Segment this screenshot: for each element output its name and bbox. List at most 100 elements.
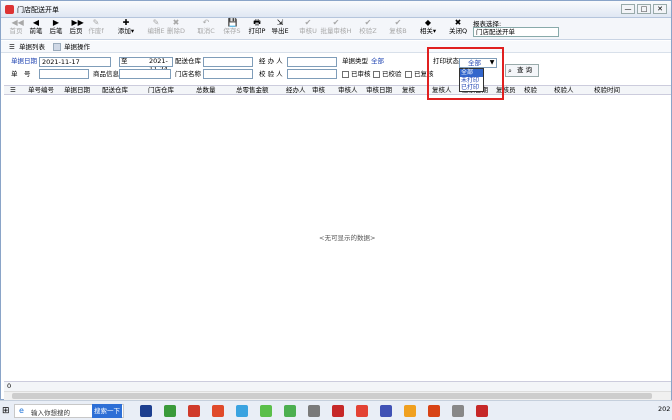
report-select[interactable]: 门店配送开单 [473, 27, 559, 37]
toolbar-icon-1: ◀ [32, 18, 40, 27]
toolbar-button-10[interactable]: 🖶 打印P [246, 19, 268, 39]
taskbar-app-icon-12[interactable] [428, 405, 440, 417]
taskbar-search-button[interactable]: 搜索一下 [92, 404, 122, 418]
taskbar-app-icon-6[interactable] [284, 405, 296, 417]
toolbar-icon-15: ✔ [394, 18, 402, 27]
toolbar-label-3: 后页 [69, 27, 83, 35]
column-header-2[interactable]: 配送仓库 [102, 86, 128, 95]
grid-footer-count: 0 [4, 381, 671, 391]
grid-menu-icon[interactable]: ☰ [10, 86, 16, 95]
toolbar-button-15[interactable]: ✔ 复核B [387, 19, 409, 39]
toolbar-button-9[interactable]: 💾 保存S [221, 19, 243, 39]
minimize-button[interactable]: — [621, 4, 635, 14]
toolbar-button-11[interactable]: ⇲ 导出E [269, 19, 291, 39]
date-to-box[interactable] [119, 57, 173, 67]
column-header-1[interactable]: 单据日期 [64, 86, 90, 95]
column-header-14[interactable]: 校验 [524, 86, 537, 95]
maximize-button[interactable]: □ [637, 4, 651, 14]
column-header-0[interactable]: 单号编号 [28, 86, 54, 95]
handler-input[interactable] [287, 57, 337, 67]
filter-panel: 单据日期 2021-11-17 至 2021-11-24 配送仓库 经 办 人 … [1, 54, 671, 84]
toolbar-icon-12: ✔ [304, 18, 312, 27]
toolbar-button-0[interactable]: ◀◀ 首页 [5, 19, 27, 39]
taskbar-app-icon-2[interactable] [188, 405, 200, 417]
goods-input[interactable] [119, 69, 171, 79]
taskbar: ⊞ e 输入你想搜的 搜索一下 202 [0, 400, 672, 420]
taskbar-search-input[interactable]: 输入你想搜的 [31, 407, 70, 417]
toolbar-icon-0: ◀◀ [11, 18, 24, 27]
toolbar-button-17[interactable]: ✖ 关闭Q [447, 19, 469, 39]
toolbar-icon-2: ▶ [52, 18, 60, 27]
column-header-8[interactable]: 审核人 [338, 86, 358, 95]
column-header-6[interactable]: 经办人 [286, 86, 306, 95]
toolbar-icon-16: ◆ [424, 18, 432, 27]
taskbar-app-icon-11[interactable] [404, 405, 416, 417]
toolbar-icon-13: ✔ [332, 18, 340, 27]
toolbar-button-1[interactable]: ◀ 前笔 [25, 19, 47, 39]
query-button[interactable]: ⌕ 查 询 [505, 64, 539, 77]
toolbar-button-16[interactable]: ◆ 相关▾ [417, 19, 439, 39]
doc-type-select[interactable]: 全部 [371, 57, 384, 66]
column-header-16[interactable]: 校验时间 [594, 86, 620, 95]
column-header-15[interactable]: 校验人 [554, 86, 574, 95]
toolbar-icon-17: ✖ [454, 18, 462, 27]
taskbar-app-icon-0[interactable] [140, 405, 152, 417]
toolbar-button-14[interactable]: ✔ 校验Z [357, 19, 379, 39]
taskbar-app-icon-4[interactable] [236, 405, 248, 417]
column-header-3[interactable]: 门店仓库 [148, 86, 174, 95]
windows-start-icon[interactable]: ⊞ [2, 405, 12, 417]
toolbar-button-4[interactable]: ✎ 作废f [85, 19, 107, 39]
column-header-10[interactable]: 复核 [402, 86, 415, 95]
toolbar-button-3[interactable]: ▶▶ 后页 [65, 19, 87, 39]
checked-checkbox[interactable] [373, 71, 380, 78]
toolbar-icon-6: ✎ [152, 18, 160, 27]
column-header-7[interactable]: 审核 [312, 86, 325, 95]
toolbar-button-5[interactable]: ✚ 添加▾ [115, 19, 137, 39]
taskbar-app-icon-14[interactable] [476, 405, 488, 417]
toolbar-button-13[interactable]: ✔ 批量审核H [319, 19, 353, 39]
toolbar-icon-7: ✖ [172, 18, 180, 27]
taskbar-app-icon-1[interactable] [164, 405, 176, 417]
column-header-5[interactable]: 总零售金额 [236, 86, 269, 95]
toolbar-button-2[interactable]: ▶ 后笔 [45, 19, 67, 39]
toolbar-label-17: 关闭Q [448, 27, 468, 35]
column-header-9[interactable]: 审核日期 [366, 86, 392, 95]
taskbar-app-icon-3[interactable] [212, 405, 224, 417]
toolbar-label-15: 复核B [389, 27, 407, 35]
toolbar-label-11: 导出E [271, 27, 289, 35]
tab-doc-ops[interactable]: 单据操作 [64, 42, 90, 52]
report-selector: 报表选择: 门店配送开单 [473, 18, 559, 38]
scrollbar-thumb[interactable] [12, 393, 652, 399]
taskbar-app-icon-10[interactable] [380, 405, 392, 417]
taskbar-app-icon-13[interactable] [452, 405, 464, 417]
taskbar-app-icon-7[interactable] [308, 405, 320, 417]
warehouse-input[interactable] [203, 57, 253, 67]
toolbar-icon-10: 🖶 [253, 18, 261, 27]
edge-icon: e [19, 406, 24, 415]
taskbar-app-icon-8[interactable] [332, 405, 344, 417]
docno-input[interactable] [39, 69, 89, 79]
store-input[interactable] [203, 69, 253, 79]
horizontal-scrollbar[interactable] [4, 391, 671, 400]
toolbar-button-6[interactable]: ✎ 编辑E [145, 19, 167, 39]
reviewed-checkbox[interactable] [405, 71, 412, 78]
toolbar-button-7[interactable]: ✖ 删除D [165, 19, 187, 39]
audited-checkbox[interactable] [342, 71, 349, 78]
date-from-input[interactable]: 2021-11-17 [39, 57, 111, 67]
window-title: 门店配送开单 [17, 6, 59, 14]
doc-type-label: 单据类型 [342, 57, 368, 65]
toolbar-label-16: 相关▾ [419, 27, 437, 35]
clock: 202 [658, 405, 671, 413]
checker-input[interactable] [287, 69, 337, 79]
taskbar-app-icon-5[interactable] [260, 405, 272, 417]
taskbar-app-icon-9[interactable] [356, 405, 368, 417]
doc-date-label: 单据日期 [11, 57, 37, 65]
toolbar-label-14: 校验Z [359, 27, 377, 35]
toolbar-button-8[interactable]: ↶ 取消C [195, 19, 217, 39]
tab-doc-list[interactable]: 单据列表 [19, 42, 45, 52]
toolbar-button-12[interactable]: ✔ 审核U [297, 19, 319, 39]
query-button-label: 查 询 [517, 66, 533, 74]
close-window-button[interactable]: ✕ [653, 4, 667, 14]
store-label: 门店名称 [175, 70, 201, 78]
column-header-4[interactable]: 总数量 [196, 86, 216, 95]
